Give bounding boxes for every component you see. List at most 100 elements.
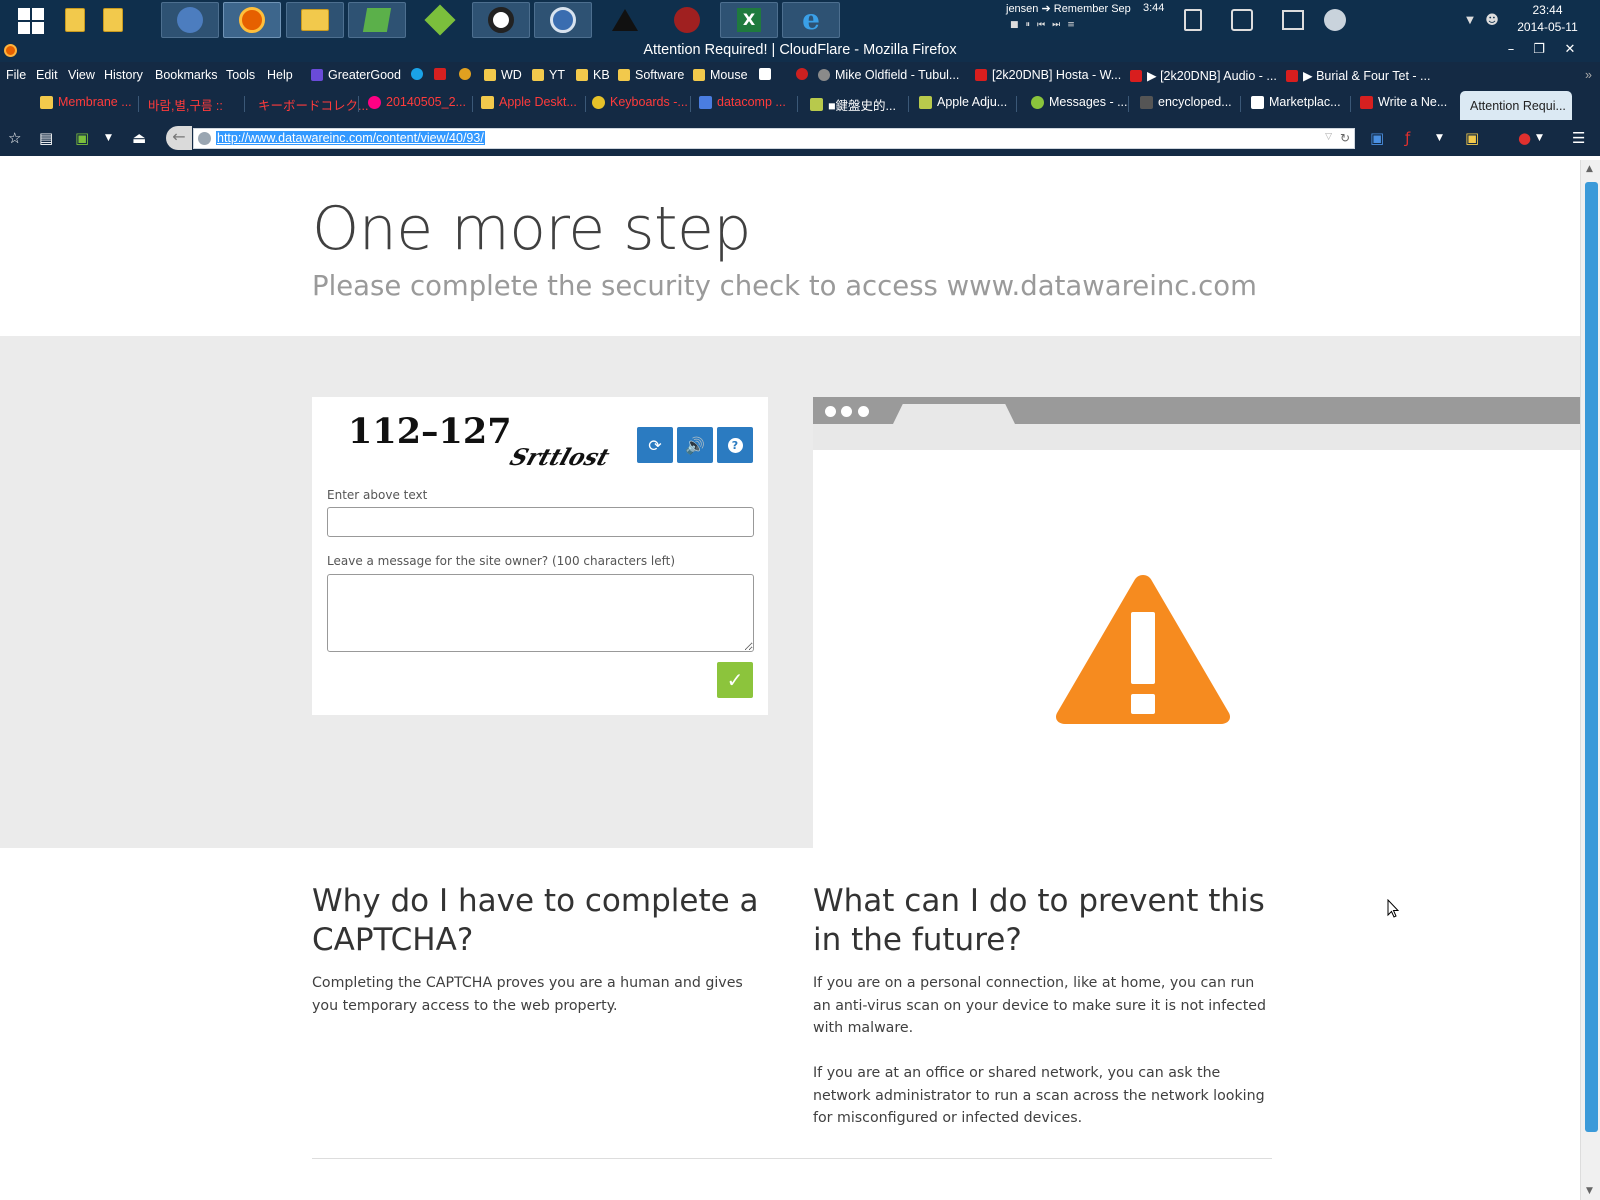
- bookmark-item[interactable]: [411, 68, 423, 80]
- hamburger-menu-icon[interactable]: ☰: [1572, 129, 1585, 147]
- tab[interactable]: 바람,별,구름 ::: [148, 95, 223, 114]
- tray-app-icon[interactable]: ☻: [1482, 2, 1502, 38]
- adblock-icon[interactable]: ●: [1518, 129, 1531, 147]
- rss-icon[interactable]: [1226, 2, 1258, 38]
- tab[interactable]: Apple Adju...: [919, 95, 1007, 109]
- media-player-icon[interactable]: [534, 2, 592, 38]
- media-controls[interactable]: ■⏸⏮⏭≡: [1010, 20, 1082, 30]
- flash-icon[interactable]: ƒ: [1405, 129, 1410, 147]
- start-button[interactable]: [18, 8, 44, 34]
- tab[interactable]: Write a Ne...: [1360, 95, 1447, 109]
- restore-button[interactable]: ❐: [1524, 40, 1554, 62]
- sync-icon[interactable]: ⏏: [132, 129, 146, 147]
- folder-icon[interactable]: [98, 2, 128, 38]
- help-button[interactable]: ?: [717, 427, 753, 463]
- translate-icon[interactable]: ▣: [1370, 129, 1384, 147]
- google-icon: [699, 95, 712, 109]
- file-manager-icon[interactable]: [286, 2, 344, 38]
- file-explorer-icon[interactable]: [60, 2, 90, 38]
- tab[interactable]: encycloped...: [1140, 95, 1232, 109]
- bookmark-folder-yt[interactable]: YT: [532, 68, 565, 82]
- tab[interactable]: キーボードコレク...: [258, 95, 368, 114]
- tab[interactable]: Keyboards -...: [592, 95, 688, 109]
- network-tool-icon[interactable]: [420, 2, 460, 38]
- bookmark-item[interactable]: [759, 68, 771, 80]
- menu-tools[interactable]: Tools: [226, 68, 255, 82]
- menu-bookmarks[interactable]: Bookmarks: [155, 68, 218, 82]
- bookmark-folder-wd[interactable]: WD: [484, 68, 522, 82]
- tab-active[interactable]: Attention Requi...: [1460, 91, 1572, 120]
- scroll-down-icon[interactable]: ▼: [1586, 1186, 1593, 1196]
- url-text[interactable]: http://www.datawareinc.com/content/view/…: [216, 131, 485, 145]
- url-dropdown-icon[interactable]: ▽: [1325, 132, 1332, 142]
- chevron-down-icon[interactable]: ▼: [1436, 133, 1443, 143]
- scrollbar-thumb[interactable]: [1585, 182, 1598, 1132]
- download-icon[interactable]: ▣: [75, 129, 89, 147]
- scroll-up-icon[interactable]: ▲: [1586, 164, 1593, 174]
- page-scrollbar[interactable]: ▲ ▼: [1580, 160, 1600, 1200]
- tab[interactable]: Membrane ...: [40, 95, 132, 109]
- clipboard-icon[interactable]: [1178, 2, 1208, 38]
- menu-file[interactable]: File: [6, 68, 26, 82]
- star-icon[interactable]: ☆: [8, 129, 21, 147]
- bookmark-item[interactable]: [796, 68, 808, 80]
- tray-expand-icon[interactable]: ▼: [1462, 2, 1478, 38]
- chevron-down-icon[interactable]: ▼: [1536, 133, 1543, 143]
- menu-help[interactable]: Help: [267, 68, 293, 82]
- reading-list-icon[interactable]: ▤: [39, 129, 53, 147]
- excel-icon[interactable]: X: [720, 2, 778, 38]
- submit-button[interactable]: ✓: [717, 662, 753, 698]
- taskbar: X e jensen ➔ Remember Sep 3:44 ■⏸⏮⏭≡ ▼ ☻…: [0, 0, 1600, 40]
- minimize-button[interactable]: –: [1496, 40, 1526, 62]
- window-titlebar[interactable]: Attention Required! | CloudFlare - Mozil…: [0, 40, 1600, 62]
- bookmark-item[interactable]: Mike Oldfield - Tubul...: [818, 68, 959, 82]
- bookmark-item[interactable]: [2k20DNB] Hosta - W...: [975, 68, 1121, 82]
- tab[interactable]: Apple Deskt...: [481, 95, 577, 109]
- menu-view[interactable]: View: [68, 68, 95, 82]
- reload-icon[interactable]: ↻: [1340, 131, 1350, 145]
- screenshot-icon[interactable]: [1277, 2, 1309, 38]
- menu-edit[interactable]: Edit: [36, 68, 58, 82]
- tab[interactable]: Messages - ...: [1031, 95, 1128, 109]
- tab-favicon: [1140, 95, 1153, 109]
- jedit-icon[interactable]: [348, 2, 406, 38]
- bookmark-folder-kb[interactable]: KB: [576, 68, 610, 82]
- bookmark-item[interactable]: ▶ Burial & Four Tet - ...: [1286, 68, 1430, 83]
- bookmark-folder-software[interactable]: Software: [618, 68, 684, 82]
- system-clock[interactable]: 23:44 2014-05-11: [1500, 2, 1595, 36]
- thunderbird-icon[interactable]: [161, 2, 219, 38]
- panda-icon[interactable]: [472, 2, 530, 38]
- refresh-icon: ⟳: [648, 435, 662, 455]
- prevent-text-office: If you are at an office or shared networ…: [813, 1065, 1265, 1126]
- url-bar[interactable]: http://www.datawareinc.com/content/view/…: [193, 128, 1355, 149]
- audio-captcha-button[interactable]: 🔊: [677, 427, 713, 463]
- bookmarks-overflow-icon[interactable]: »: [1585, 68, 1592, 82]
- back-button[interactable]: ←: [166, 126, 192, 150]
- captcha-input[interactable]: [327, 507, 754, 537]
- internet-explorer-icon[interactable]: e: [782, 2, 840, 38]
- menu-history[interactable]: History: [104, 68, 143, 82]
- chevron-down-icon[interactable]: ▼: [105, 133, 112, 143]
- tab[interactable]: ■鍵盤史的...: [810, 95, 896, 114]
- flickr-icon: [368, 95, 381, 109]
- tab[interactable]: Marketplac...: [1251, 95, 1341, 109]
- close-button[interactable]: ✕: [1555, 40, 1585, 62]
- moon-icon[interactable]: [1320, 2, 1350, 38]
- extension-icon[interactable]: ▣: [1465, 129, 1479, 147]
- bookmark-item[interactable]: [459, 68, 471, 80]
- tab[interactable]: 20140505_2...: [368, 95, 466, 109]
- inkscape-icon[interactable]: [605, 2, 645, 38]
- tab[interactable]: datacomp ...: [699, 95, 786, 109]
- app-icon[interactable]: [667, 2, 707, 38]
- clock-date: 2014-05-11: [1517, 20, 1578, 34]
- mock-address-bar: [813, 424, 1580, 450]
- bookmark-item[interactable]: [434, 68, 446, 80]
- bookmark-folder-mouse[interactable]: Mouse: [693, 68, 748, 82]
- firefox-icon[interactable]: [223, 2, 281, 38]
- target-icon: [796, 68, 808, 80]
- message-input[interactable]: [327, 574, 754, 652]
- tab-bar: Membrane ... 바람,별,구름 :: キーボードコレク... 2014…: [0, 89, 1600, 120]
- refresh-captcha-button[interactable]: ⟳: [637, 427, 673, 463]
- bookmark-item[interactable]: ▶ [2k20DNB] Audio - ...: [1130, 68, 1277, 83]
- bookmark-item[interactable]: GreaterGood: [311, 68, 401, 82]
